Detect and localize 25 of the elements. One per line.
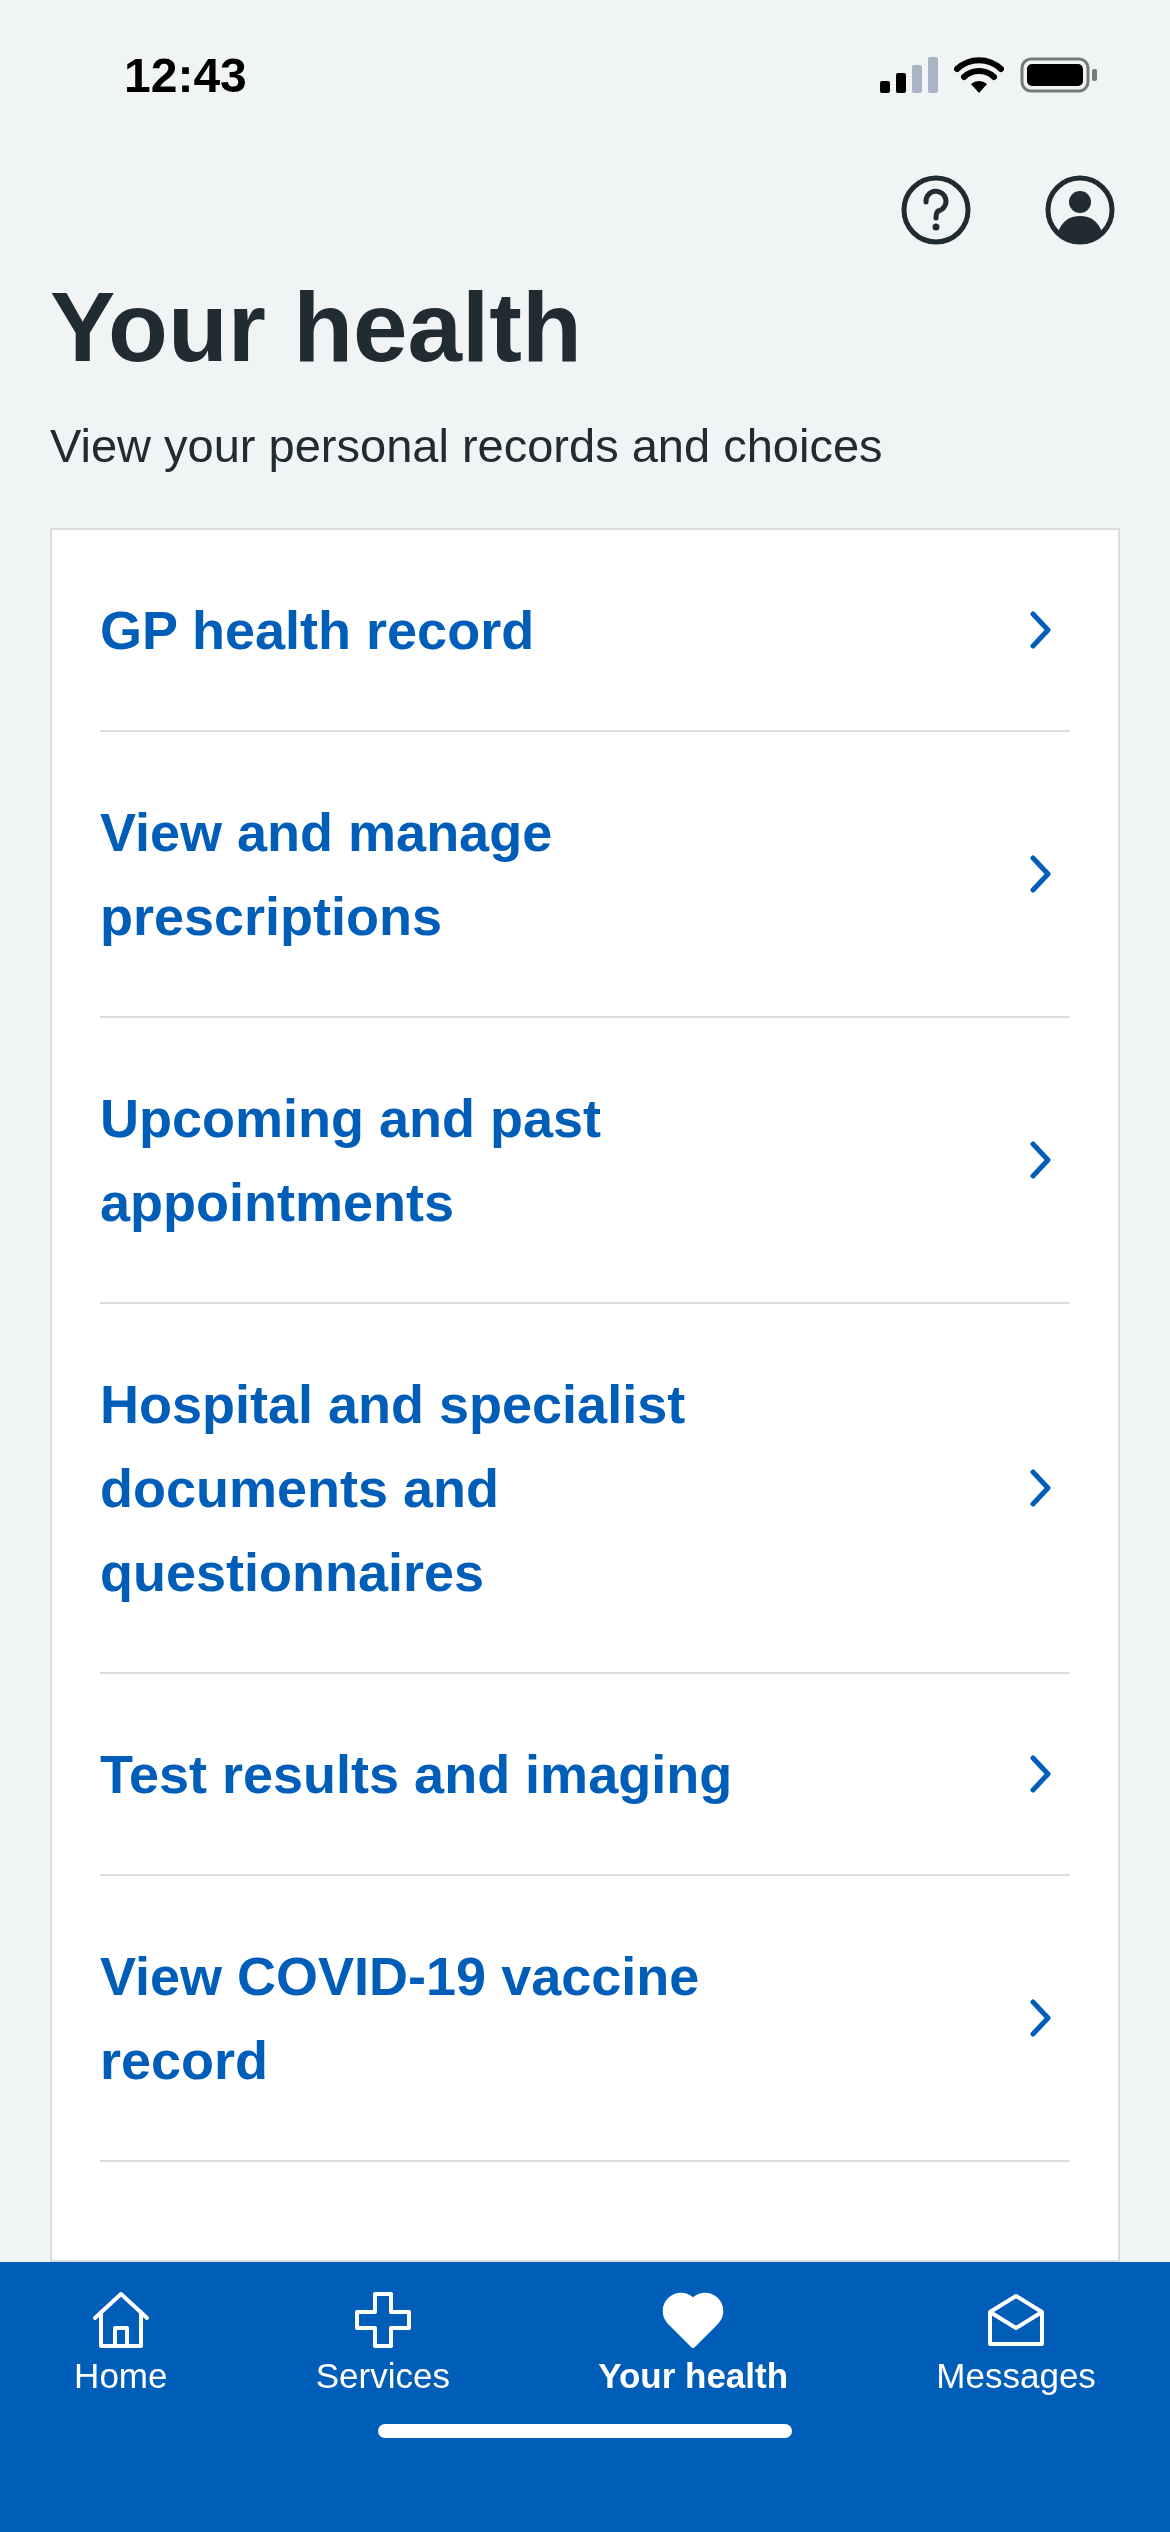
menu-item[interactable]: GP health record	[100, 530, 1070, 733]
menu-item[interactable]: Hospital and specialist documents and questionnaires	[100, 1304, 1070, 1675]
chevron-icon	[1030, 1469, 1052, 1508]
tab-item[interactable]: Home	[64, 2290, 178, 2396]
tab-item[interactable]: Messages	[926, 2290, 1106, 2396]
signal-icon	[880, 57, 938, 93]
help-icon[interactable]	[900, 174, 972, 246]
menu-item[interactable]: Upcoming and past appointments	[100, 1018, 1070, 1305]
battery-icon	[1020, 57, 1098, 93]
wifi-icon	[954, 57, 1004, 93]
status-time: 12:43	[124, 47, 247, 103]
chevron-icon	[1030, 855, 1052, 894]
menu-item[interactable]: View and manage prescriptions	[100, 732, 1070, 1019]
tab-item[interactable]: Your health	[588, 2290, 799, 2396]
tab-item[interactable]: Services	[305, 2290, 460, 2396]
chevron-icon	[1030, 1755, 1052, 1794]
menu-item[interactable]: Test results and imaging	[100, 1674, 1070, 1877]
chevron-icon	[1030, 611, 1052, 650]
page-subtitle: View your personal records and choices	[50, 417, 884, 474]
profile-icon[interactable]	[1044, 174, 1116, 246]
page-title: Your health	[50, 274, 583, 382]
chevron-icon	[1030, 1999, 1052, 2038]
heart-icon	[661, 2290, 726, 2350]
menu-item[interactable]: View COVID-19 vaccine record	[100, 1876, 1070, 2163]
chevron-icon	[1030, 1141, 1052, 1180]
